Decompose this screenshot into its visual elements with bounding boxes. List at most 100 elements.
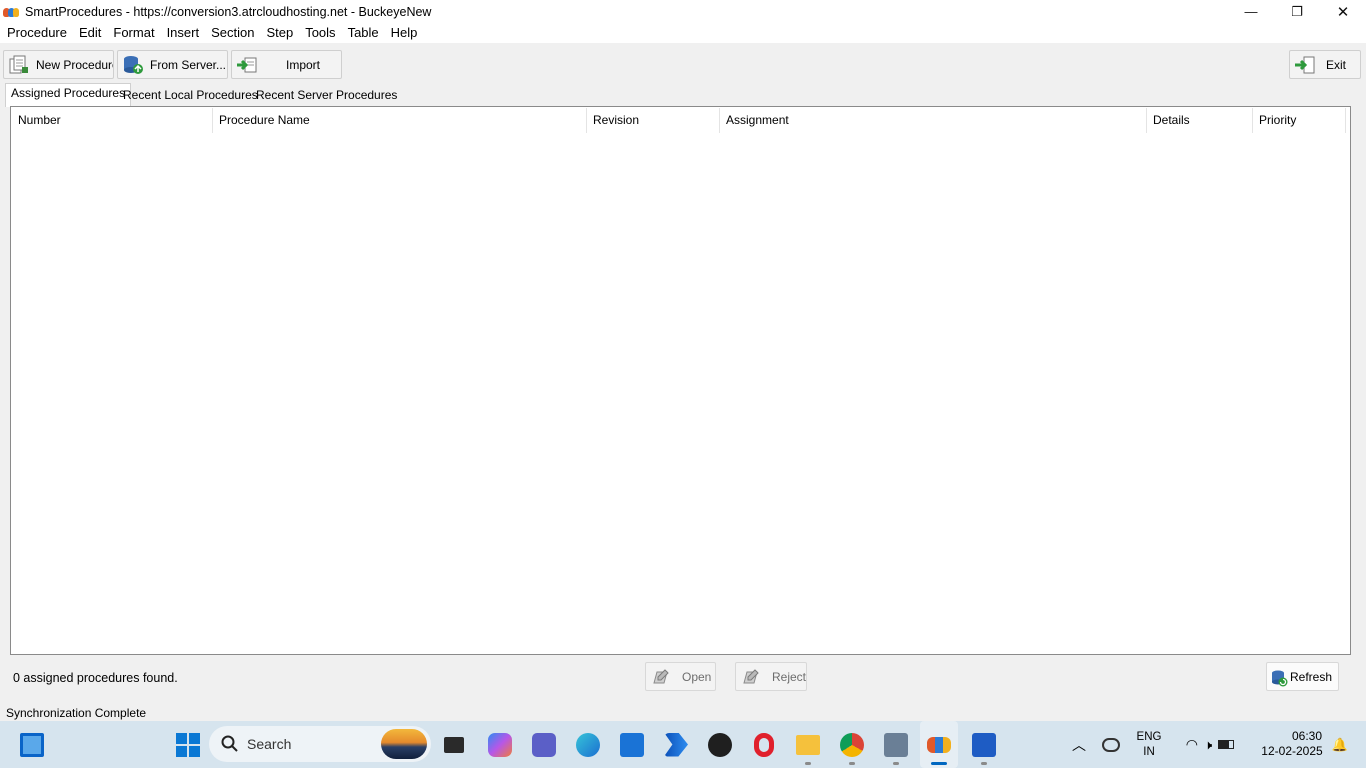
- new-procedure-button[interactable]: New Procedure: [3, 50, 114, 79]
- volume-icon: 🕨: [1204, 736, 1213, 752]
- task-view-button[interactable]: [438, 721, 470, 768]
- contacts-icon: [884, 732, 908, 757]
- language-indicator[interactable]: ENG IN: [1132, 730, 1166, 760]
- teams-icon: [532, 732, 556, 757]
- search-highlight-icon: [381, 729, 427, 759]
- reject-label: Reject: [772, 669, 807, 684]
- wifi-icon: ◠: [1185, 736, 1198, 752]
- start-icon: [176, 732, 200, 757]
- maximize-button[interactable]: ❐: [1274, 0, 1320, 23]
- menu-help[interactable]: Help: [385, 23, 424, 43]
- menu-procedure[interactable]: Procedure: [1, 23, 73, 43]
- search-label: Search: [247, 736, 292, 752]
- clock[interactable]: 06:30 12-02-2025: [1256, 729, 1328, 759]
- file-explorer-button[interactable]: [791, 721, 825, 768]
- menu-format[interactable]: Format: [107, 23, 160, 43]
- word-icon: [972, 732, 996, 757]
- menu-tools[interactable]: Tools: [299, 23, 341, 43]
- copilot-icon: [488, 732, 512, 757]
- table-body[interactable]: [12, 134, 1349, 653]
- tab-recent-local-procedures[interactable]: Recent Local Procedures: [118, 85, 263, 107]
- tab-assigned-procedures[interactable]: Assigned Procedures: [5, 83, 132, 107]
- dell-icon: [708, 732, 732, 757]
- restore-icon: ❐: [1291, 3, 1303, 19]
- window-title: SmartProcedures - https://conversion3.at…: [25, 4, 432, 19]
- refresh-icon: [1270, 669, 1288, 686]
- exit-icon: [1294, 55, 1316, 75]
- column-number[interactable]: Number: [12, 108, 213, 133]
- column-details[interactable]: Details: [1147, 108, 1253, 133]
- teams-button[interactable]: [527, 721, 561, 768]
- from-server-button[interactable]: From Server...: [117, 50, 228, 79]
- menu-bar: Procedure Edit Format Insert Section Ste…: [0, 23, 1366, 43]
- minimize-button[interactable]: —: [1228, 0, 1274, 23]
- notification-bell-icon: 🔔: [1331, 736, 1349, 752]
- clock-date: 12-02-2025: [1261, 744, 1323, 758]
- table-header: Number Procedure Name Revision Assignmen…: [12, 108, 1349, 133]
- close-button[interactable]: ✕: [1320, 0, 1366, 23]
- reject-button[interactable]: Reject: [735, 662, 807, 691]
- server-database-icon: [122, 55, 144, 75]
- contacts-button[interactable]: [879, 721, 913, 768]
- copilot-button[interactable]: [483, 721, 517, 768]
- reject-icon: [742, 668, 760, 685]
- search-icon: [221, 735, 238, 752]
- start-button[interactable]: [169, 721, 207, 768]
- import-label: Import: [286, 57, 321, 72]
- exit-button[interactable]: Exit: [1289, 50, 1361, 79]
- region-code: IN: [1143, 746, 1155, 758]
- clock-time: 06:30: [1291, 729, 1322, 743]
- edge-button[interactable]: [571, 721, 605, 768]
- store-button[interactable]: [615, 721, 649, 768]
- open-button[interactable]: Open: [645, 662, 716, 691]
- open-icon: [652, 668, 670, 685]
- refresh-label: Refresh: [1290, 669, 1333, 684]
- import-button[interactable]: Import: [231, 50, 342, 79]
- opera-icon: [754, 732, 774, 757]
- store-icon: [620, 732, 644, 757]
- menu-edit[interactable]: Edit: [73, 23, 107, 43]
- show-hidden-icons-button[interactable]: ︿: [1068, 721, 1090, 768]
- column-assignment[interactable]: Assignment: [720, 108, 1147, 133]
- menu-step[interactable]: Step: [260, 23, 299, 43]
- menu-table[interactable]: Table: [342, 23, 385, 43]
- open-label: Open: [682, 669, 712, 684]
- smartprocedures-taskbar-button[interactable]: [920, 721, 958, 768]
- smartprocedures-app-icon: [3, 6, 19, 18]
- column-priority[interactable]: Priority: [1253, 108, 1346, 133]
- taskbar-search[interactable]: Search: [209, 726, 431, 762]
- chrome-icon: [840, 732, 864, 757]
- power-automate-icon: [664, 732, 688, 757]
- onedrive-sync-button[interactable]: [1099, 721, 1123, 768]
- result-count: 0 assigned procedures found.: [13, 671, 178, 685]
- status-text: Synchronization Complete: [6, 706, 147, 720]
- task-view-icon: [444, 736, 464, 753]
- word-button[interactable]: [967, 721, 1001, 768]
- edge-icon: [576, 732, 600, 757]
- assigned-procedures-table: Number Procedure Name Revision Assignmen…: [10, 106, 1351, 655]
- chrome-button[interactable]: [835, 721, 869, 768]
- language-code: ENG: [1136, 731, 1162, 743]
- dell-button[interactable]: [703, 721, 737, 768]
- notifications-button[interactable]: 🔔: [1330, 721, 1350, 768]
- import-icon: [236, 55, 258, 75]
- file-explorer-icon: [796, 734, 820, 755]
- toolbar: New Procedure From Server... Import Exit: [0, 43, 1366, 83]
- opera-button[interactable]: [747, 721, 781, 768]
- widgets-button[interactable]: [14, 721, 50, 768]
- menu-insert[interactable]: Insert: [161, 23, 206, 43]
- column-procedure-name[interactable]: Procedure Name: [213, 108, 587, 133]
- exit-label: Exit: [1326, 57, 1347, 72]
- smartprocedures-icon: [927, 736, 951, 753]
- procedure-tabs: Assigned Procedures Recent Local Procedu…: [0, 83, 1366, 107]
- refresh-button[interactable]: Refresh: [1266, 662, 1339, 691]
- column-revision[interactable]: Revision: [587, 108, 720, 133]
- windows-taskbar: Search ︿ ENG IN ◠ 🕨 06:30 12-02-2025 🔔: [0, 721, 1366, 768]
- menu-section[interactable]: Section: [205, 23, 260, 43]
- new-procedure-label: New Procedure: [36, 57, 113, 72]
- new-procedure-icon: [8, 55, 30, 75]
- network-volume-battery[interactable]: ◠ 🕨: [1176, 721, 1244, 768]
- battery-icon: [1218, 740, 1235, 749]
- power-automate-button[interactable]: [659, 721, 693, 768]
- tab-recent-server-procedures[interactable]: Recent Server Procedures: [251, 85, 402, 107]
